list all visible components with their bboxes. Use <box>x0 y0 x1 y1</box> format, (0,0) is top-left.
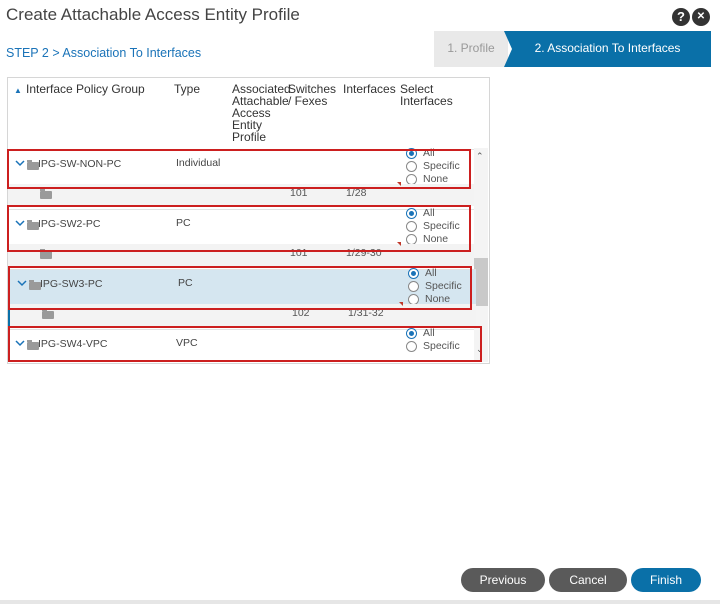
dialog-title: Create Attachable Access Entity Profile <box>6 5 300 24</box>
col-header-interfaces[interactable]: Interfaces <box>343 83 396 95</box>
sort-ascending-icon[interactable]: ▲ <box>14 86 22 95</box>
highlight-box <box>7 205 471 252</box>
col-header-switches[interactable]: Switches / Fexes <box>288 83 342 107</box>
dialog-header: Create Attachable Access Entity Profile … <box>0 0 720 32</box>
highlight-box <box>8 266 472 310</box>
col-header-aaep[interactable]: Associated Attachable Access Entity Prof… <box>232 83 294 143</box>
scrollbar-thumb[interactable] <box>474 258 488 306</box>
col-header-type[interactable]: Type <box>174 83 200 95</box>
folder-icon <box>40 249 52 259</box>
step-label: STEP 2 > Association To Interfaces <box>6 46 202 60</box>
help-icon[interactable]: ? <box>672 8 690 26</box>
col-header-policy-group[interactable]: Interface Policy Group <box>26 83 145 95</box>
folder-icon <box>40 189 52 199</box>
scroll-up-icon[interactable]: ⌃ <box>476 151 484 162</box>
highlight-box <box>8 326 482 362</box>
wizard-step-association[interactable]: 2. Association To Interfaces <box>504 31 711 67</box>
finish-button[interactable]: Finish <box>631 568 701 592</box>
highlight-box <box>7 149 471 189</box>
cancel-button[interactable]: Cancel <box>549 568 627 592</box>
col-header-select[interactable]: Select Interfaces <box>400 83 460 107</box>
close-icon[interactable]: ✕ <box>692 8 710 26</box>
dialog-bottom-border <box>0 600 720 604</box>
wizard-steps: 1. Profile 2. Association To Interfaces <box>434 31 711 67</box>
wizard-step-profile[interactable]: 1. Profile <box>434 31 508 67</box>
previous-button[interactable]: Previous <box>461 568 545 592</box>
folder-icon <box>42 309 54 319</box>
